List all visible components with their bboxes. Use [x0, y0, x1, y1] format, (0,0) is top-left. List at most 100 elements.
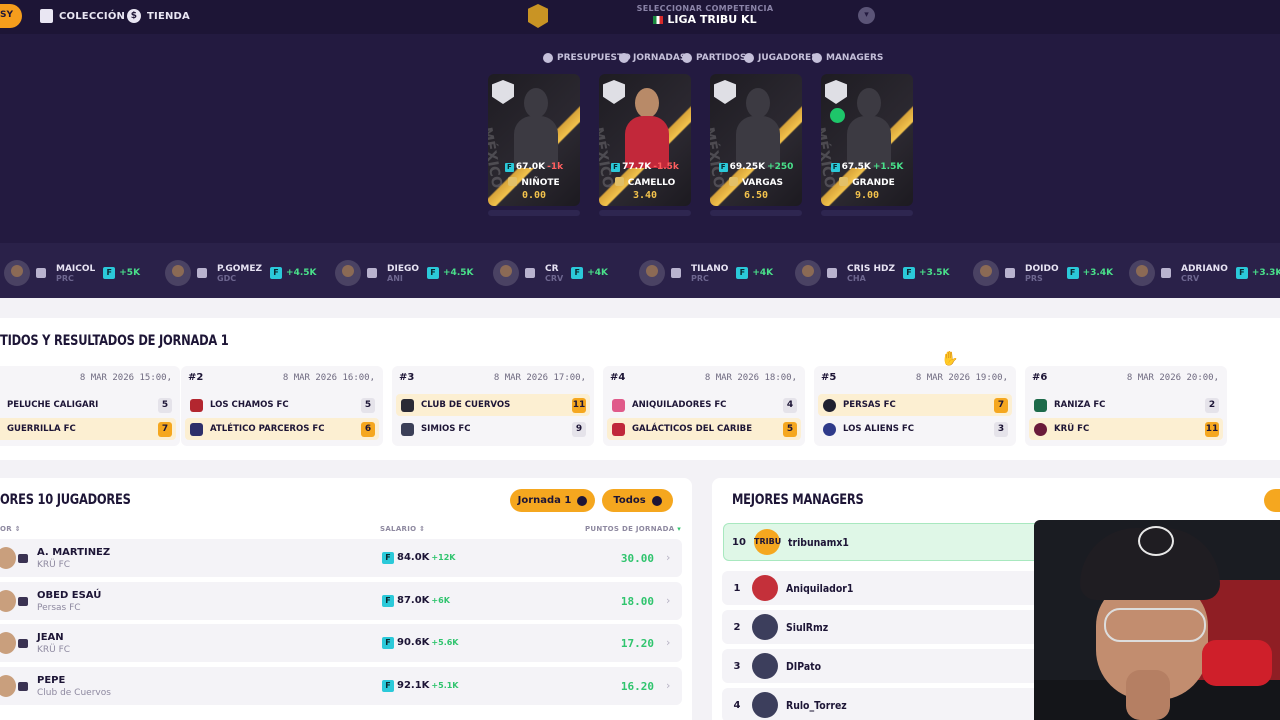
- ticker-amount: +4K: [587, 268, 609, 278]
- ticker-item[interactable]: TILANO PRC F +4K: [639, 259, 773, 287]
- card-player-name: CAMELLO: [599, 177, 691, 188]
- card-score: 0.00: [521, 190, 547, 201]
- chevron-right-icon: ›: [666, 636, 671, 649]
- card-slot: [599, 210, 691, 216]
- match-card[interactable]: #6 8 MAR 2026 20:00, RANIZA FC 2 KRÜ FC 11: [1025, 366, 1227, 446]
- coin-f-icon: F: [1066, 267, 1079, 279]
- ticker-club: CRV: [1181, 273, 1200, 283]
- chevron-down-icon[interactable]: ▾: [858, 7, 875, 24]
- match-card[interactable]: #2 8 MAR 2026 16:00, LOS CHAMOS FC 5 ATLÉ…: [181, 366, 383, 446]
- home-team: LOS CHAMOS FC: [210, 400, 289, 410]
- manager-rank: 10: [732, 536, 746, 548]
- coin-f-icon: F: [103, 267, 116, 279]
- table-row[interactable]: A. MARTINEZ KRÜ FC F 84.0K +12K 30.00 ›: [0, 539, 682, 577]
- card-price: F 67.5K +1.5K: [821, 162, 913, 172]
- match-card[interactable]: #3 8 MAR 2026 17:00, CLUB DE CUERVOS 11 S…: [392, 366, 594, 446]
- subnav-partidos[interactable]: PARTIDOS: [682, 51, 746, 65]
- chevron-right-icon: [651, 495, 662, 506]
- avatar: [0, 547, 16, 569]
- ticker-item[interactable]: ADRIANO CRV F +3.3K: [1129, 259, 1280, 287]
- ticker-item[interactable]: CRIS HDZ CHA F +3.5K: [795, 259, 950, 287]
- top-managers-title: MEJORES MANAGERS: [732, 492, 864, 508]
- top-players-title: ORES 10 JUGADORES: [0, 492, 131, 508]
- player-card[interactable]: MÉXICO F 69.25K +250 VARGAS 6.50: [710, 74, 802, 206]
- card-slot: [488, 210, 580, 216]
- boot-icon: [18, 639, 28, 648]
- webcam-overlay: [1034, 520, 1280, 720]
- card-score: 3.40: [632, 190, 658, 201]
- subnav-jornadas[interactable]: JORNADAS: [619, 51, 686, 65]
- competition-selector[interactable]: LIGA TRIBU KL: [600, 13, 810, 26]
- col-header-points[interactable]: PUNTOS DE JORNADA ▾: [585, 525, 681, 533]
- ticker-item[interactable]: CR CRV F +4K: [493, 259, 608, 287]
- table-row[interactable]: OBED ESAÚ Persas FC F 87.0K +6K 18.00 ›: [0, 582, 682, 620]
- home-team: PERSAS FC: [843, 400, 896, 410]
- match-card[interactable]: #5 8 MAR 2026 19:00, PERSAS FC 7 LOS ALIE…: [814, 366, 1016, 446]
- subnav-presupuesto[interactable]: PRESUPUESTO: [543, 51, 631, 65]
- card-score: 9.00: [854, 190, 880, 201]
- ticker-item[interactable]: P.GOMEZ GDC F +4.5K: [165, 259, 317, 287]
- ticker-club: GDC: [217, 273, 237, 283]
- table-row[interactable]: JEAN KRÜ FC F 90.6K +5.6K 17.20 ›: [0, 624, 682, 662]
- coin-f-icon: F: [427, 267, 440, 279]
- ticker-item[interactable]: DOIDO PRS F +3.4K: [973, 259, 1113, 287]
- match-number: #6: [1032, 372, 1048, 383]
- ticker-club: CHA: [847, 273, 866, 283]
- subnav-managers[interactable]: MANAGERS: [812, 51, 883, 65]
- player-club: Club de Cuervos: [37, 688, 111, 698]
- home-team: CLUB DE CUERVOS: [421, 400, 511, 410]
- player-photo: [625, 88, 669, 168]
- card-slot: [710, 210, 802, 216]
- player-salary: 90.6K +5.6K: [397, 637, 459, 648]
- subnav-jugadores[interactable]: JUGADORES: [744, 51, 818, 65]
- coin-f-icon: F: [903, 267, 916, 279]
- manager-name: tribunamx1: [788, 535, 849, 549]
- player-card[interactable]: MÉXICO F 67.0K -1k NIÑOTE 0.00: [488, 74, 580, 206]
- boot-icon: [1005, 268, 1015, 278]
- match-date: 8 MAR 2026 20:00,: [1126, 373, 1219, 383]
- match-card[interactable]: 8 MAR 2026 15:00, PELUCHE CALIGARI 5 GUER…: [0, 366, 180, 446]
- player-name: OBED ESAÚ: [37, 590, 102, 601]
- ticker-amount: +3.4K: [1082, 268, 1114, 278]
- match-number: #5: [821, 372, 837, 383]
- match-card[interactable]: #4 8 MAR 2026 18:00, ANIQUILADORES FC 4 G…: [603, 366, 805, 446]
- player-salary: 84.0K +12K: [397, 552, 456, 563]
- trophy-icon: [812, 53, 822, 63]
- player-points: 16.20: [620, 680, 654, 693]
- swap-icon: [830, 108, 845, 123]
- chevron-right-icon: ›: [666, 679, 671, 692]
- team-crest-icon: [401, 398, 414, 412]
- player-silhouette: [847, 88, 891, 168]
- player-card[interactable]: MÉXICO F 67.5K +1.5K GRANDE 9.00: [821, 74, 913, 206]
- player-salary: 87.0K +6K: [397, 595, 450, 606]
- player-silhouette: [514, 88, 558, 168]
- ball-icon: [682, 53, 692, 63]
- subnav-jugadores-label: JUGADORES: [758, 53, 818, 63]
- player-name: JEAN: [37, 632, 64, 643]
- col-header-player[interactable]: OR ⇕: [0, 525, 21, 533]
- boot-shield-icon: [825, 80, 847, 104]
- ticker-item[interactable]: MAICOL PRC F +5K: [4, 259, 140, 287]
- nav-tienda[interactable]: $ TIENDA: [127, 8, 190, 24]
- managers-filter-button[interactable]: [1264, 489, 1280, 512]
- avatar: [335, 260, 361, 286]
- player-card[interactable]: MÉXICO F 77.7K -1.5k CAMELLO 3.40: [599, 74, 691, 206]
- card-score: 6.50: [743, 190, 769, 201]
- table-row[interactable]: PEPE Club de Cuervos F 92.1K +5.1K 16.20 …: [0, 667, 682, 705]
- coin-f-icon: F: [382, 680, 394, 692]
- filter-todos-button[interactable]: Todos: [602, 489, 673, 512]
- budget-icon: [543, 53, 553, 63]
- manager-rank: 2: [733, 621, 741, 633]
- avatar: [973, 260, 999, 286]
- player-points: 17.20: [620, 637, 654, 650]
- nav-coleccion[interactable]: COLECCIÓN: [40, 8, 125, 24]
- coin-f-icon: F: [571, 267, 584, 279]
- ticker-item[interactable]: DIEGO ANI F +4.5K: [335, 259, 473, 287]
- filter-jornada-button[interactable]: Jornada 1: [510, 489, 595, 512]
- col-header-salary[interactable]: SALARIO ⇕: [380, 525, 425, 533]
- ticker-amount: +4K: [752, 268, 774, 278]
- away-score: 6: [361, 421, 375, 437]
- avatar: [752, 692, 778, 718]
- ticker-name: DIEGO: [387, 263, 420, 274]
- player-points: 30.00: [620, 552, 654, 565]
